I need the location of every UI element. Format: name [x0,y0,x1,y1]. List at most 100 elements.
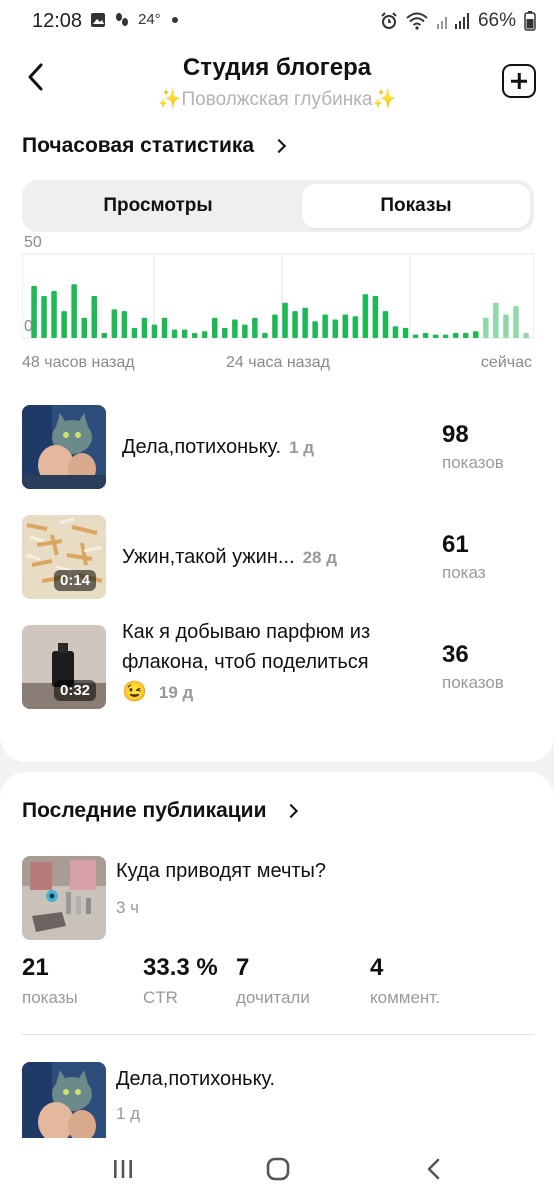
system-nav-bar [0,1138,554,1200]
chart-bar [432,334,439,338]
chart-bar [101,333,107,338]
chart-bar [342,314,348,338]
chart-bar [212,317,218,338]
publication-age: 1 д [116,1104,141,1123]
chart-bar [352,316,359,338]
chart-bar [252,317,258,338]
chart-bar [201,331,208,338]
publication-row[interactable]: 0:32 Как я добываю парфюм из флакона, чт… [22,621,534,709]
publication-title: Дела,потихоньку. [122,436,282,458]
y-axis-top-label: 50 [24,234,42,251]
recent-apps-icon[interactable] [108,1156,138,1182]
impressions-metric: 36 показов [442,641,504,693]
chart-bar [493,302,499,338]
chart-bar [362,294,369,338]
chart-bar [242,324,248,338]
chart-bar [392,326,399,338]
temperature-text: 24° [138,11,161,28]
hourly-chart: 50 0 [22,234,534,350]
x-axis-label-middle: 24 часа назад [226,354,330,371]
publication-title: Как я добываю парфюм из флакона, чтоб по… [122,621,371,673]
chart-bar [332,319,338,338]
chart-bar [292,311,298,338]
chart-bar [161,317,168,338]
chart-bar [312,321,318,338]
chart-bar [232,319,238,338]
divider [22,1034,534,1035]
publication-thumbnail: 0:14 [22,515,106,599]
publication-title: Ужин,такой ужин... [122,546,295,568]
gallery-icon [91,12,105,27]
chart-bar [463,333,469,338]
video-duration: 0:32 [54,680,97,701]
chart-bar [272,314,278,338]
alarm-icon [381,12,397,29]
tab-views[interactable]: Просмотры [44,184,272,228]
impressions-unit: показов [442,673,504,692]
chart-bar [382,311,389,338]
stat-read-through: 7 дочитали [236,954,310,1007]
publication-age: 1 д [289,438,315,457]
latest-publications-link[interactable]: Последние публикации [22,799,299,823]
chart-bar [422,333,429,338]
publication-row[interactable]: Дела,потихоньку. 1 д 98 показов [22,405,534,489]
hourly-stats-card: Почасовая статистика Просмотры Показы 50… [0,118,554,762]
back-icon[interactable] [420,1156,450,1182]
impressions-unit: показ [442,563,486,582]
chart-bar [71,284,77,338]
add-square-icon[interactable] [502,64,536,98]
chart-bar [81,317,87,338]
chart-bar [322,314,328,338]
publication-title: Куда приводят мечты? [116,860,327,882]
chart-bar [91,296,97,338]
impressions-count: 98 [442,421,469,448]
publication-age: 28 д [302,548,338,567]
battery-icon [524,11,536,31]
chart-bar [513,306,519,338]
emoji-wink: 😉 [122,681,147,703]
publication-age: 19 д [158,683,194,702]
chevron-right-icon [284,803,299,819]
publication-thumbnail [22,1062,106,1138]
stat-impressions: 21 показы [22,954,78,1007]
chart-bar [61,311,67,338]
battery-percent: 66% [477,10,516,31]
chart-bar [222,327,228,338]
status-bar: 12:08 24° 66% [0,0,554,44]
impressions-count: 61 [442,531,469,558]
app-header: Студия блогера ✨Поволжская глубинка✨ [0,44,554,118]
home-icon[interactable] [263,1156,293,1182]
steps-icon [116,12,128,26]
metric-switcher: Просмотры Показы [22,180,534,232]
impressions-count: 36 [442,641,469,668]
chart-bar [262,333,268,338]
chart-bar [523,333,529,338]
publication-row[interactable]: 0:14 Ужин,такой ужин... 28 д 61 показ [22,515,534,599]
latest-publications-title: Последние публикации [22,799,267,822]
tab-impressions[interactable]: Показы [302,184,530,228]
chart-bar [121,311,128,338]
chevron-right-icon [272,138,287,154]
publication-thumbnail [22,856,106,940]
stat-comments: 4 коммент. [370,954,440,1007]
publication-thumbnail [22,405,106,489]
status-time: 12:08 [32,10,83,32]
hourly-stats-link[interactable]: Почасовая статистика [22,134,287,158]
chart-bar [111,309,118,338]
chart-bar [131,327,138,338]
publication-title: Дела,потихоньку. [116,1068,276,1090]
latest-publications-card: Последние публикации Куда приводят мечты… [0,772,554,1138]
page-title: Студия блогера [182,54,372,81]
impressions-metric: 61 показ [442,531,486,583]
x-axis-label-start: 48 часов назад [22,354,135,371]
chart-bar [483,317,489,338]
chart-bar [51,291,57,338]
chart-bar [473,331,479,338]
stat-ctr: 33.3 % CTR [143,954,218,1007]
publication-age: 3 ч [116,898,140,917]
signal-icon [436,13,469,29]
wifi-icon [406,12,428,30]
chart-bar [402,327,409,338]
chart-bar [372,296,379,338]
video-duration: 0:14 [54,570,97,591]
